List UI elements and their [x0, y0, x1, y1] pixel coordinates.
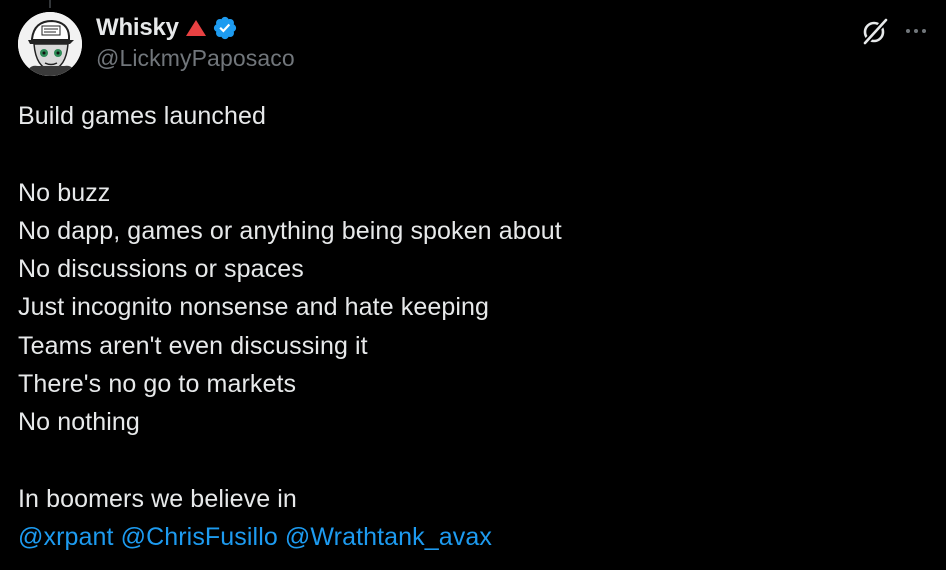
grok-icon[interactable]: [860, 16, 890, 46]
mention-link-wrathtank-avax[interactable]: @Wrathtank_avax: [285, 523, 492, 551]
tweet-line: No dapp, games or anything being spoken …: [18, 216, 562, 245]
author-names: Whisky @LickmyPaposaco: [96, 14, 295, 72]
tweet-line: There's no go to markets: [18, 370, 297, 399]
more-options-icon[interactable]: [904, 19, 928, 43]
tweet-line: Build games launched: [18, 102, 266, 130]
verified-badge-icon[interactable]: [212, 15, 238, 41]
avatar-image: [18, 12, 82, 76]
tweet-line: Teams aren't even discussing it: [18, 331, 368, 360]
tweet-line: No buzz: [18, 178, 111, 207]
mention-link-chrisfusillo[interactable]: @ChrisFusillo: [121, 523, 278, 551]
mention-link-xrpant[interactable]: @xrpant: [18, 523, 114, 551]
tweet-line: No discussions or spaces: [18, 255, 304, 284]
name-row: Whisky: [96, 14, 295, 42]
tweet-header: Whisky @LickmyPaposaco: [18, 12, 928, 76]
top-actions: [860, 16, 928, 46]
author-handle[interactable]: @LickmyPaposaco: [96, 45, 295, 72]
mentions-line: @xrpant @ChrisFusillo @Wrathtank_avax: [18, 518, 928, 556]
tweet-line: In boomers we believe in: [18, 484, 297, 513]
display-name[interactable]: Whisky: [96, 14, 179, 42]
avatar[interactable]: [18, 12, 82, 76]
tweet-line: Just incognito nonsense and hate keeping: [18, 293, 490, 322]
tweet-line: No nothing: [18, 408, 140, 437]
tweet-text: Build games launched No buzz No dapp, ga…: [18, 97, 928, 557]
thread-connector-line: [49, 0, 51, 8]
red-triangle-icon: [185, 20, 206, 36]
